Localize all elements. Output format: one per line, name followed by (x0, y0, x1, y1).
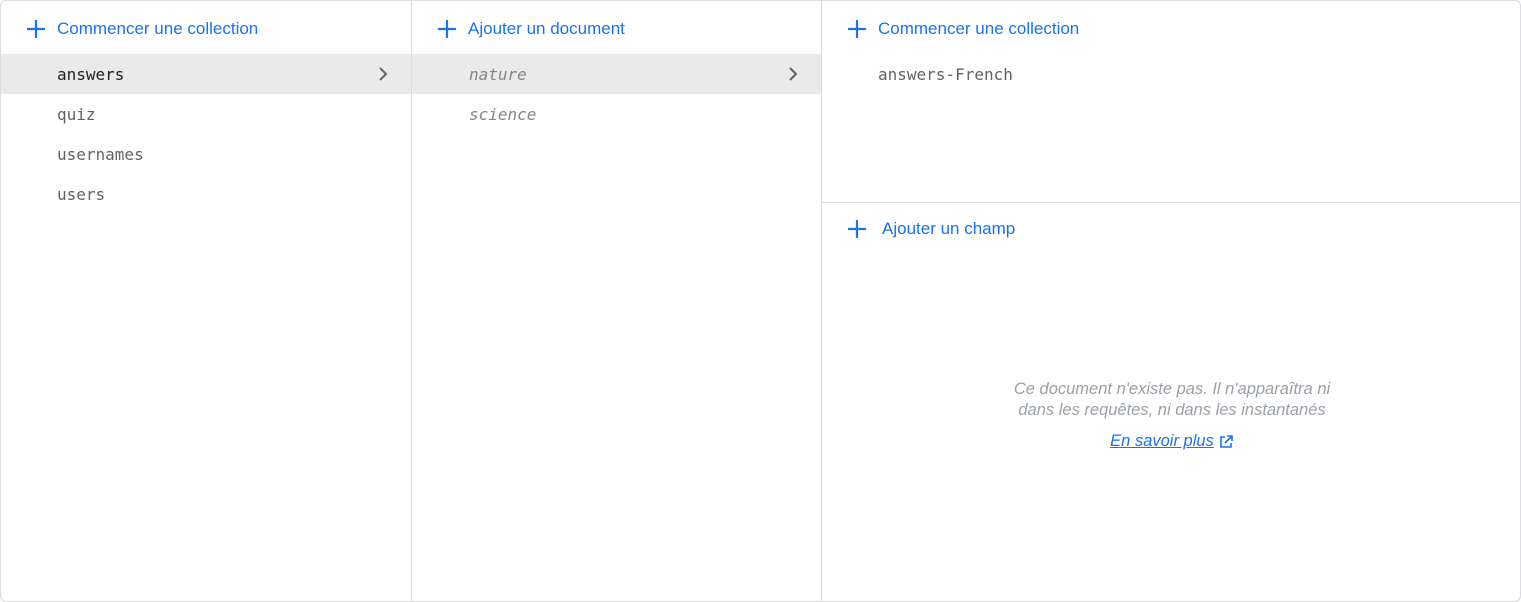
collection-item-label: users (57, 184, 106, 204)
subcollection-item-label: answers-French (878, 64, 1013, 84)
collections-panel: Commencer une collection answers quiz us… (1, 1, 412, 601)
collection-item-quiz[interactable]: quiz (1, 94, 411, 134)
empty-document-message: Ce document n'existe pas. Il n'apparaîtr… (1013, 380, 1331, 419)
subcollections-list: answers-French (822, 54, 1520, 94)
collection-item-label: answers (57, 64, 125, 84)
plus-icon (436, 18, 458, 40)
learn-more-link[interactable]: En savoir plus (1110, 431, 1234, 452)
collection-item-answers[interactable]: answers (1, 54, 411, 94)
add-field-button[interactable]: Ajouter un champ (846, 215, 1015, 243)
collection-item-users[interactable]: users (1, 174, 411, 214)
learn-more-label: En savoir plus (1110, 432, 1214, 450)
documents-panel: Ajouter un document nature science (412, 1, 822, 601)
add-document-button[interactable]: Ajouter un document (436, 15, 625, 43)
plus-icon (846, 18, 868, 40)
document-item-label: science (469, 104, 537, 124)
empty-document-notice: Ce document n'existe pas. Il n'apparaîtr… (1002, 379, 1342, 452)
plus-icon (846, 218, 868, 240)
subcollection-item-answers-french[interactable]: answers-French (822, 54, 1520, 94)
subcollections-section: Commencer une collection answers-French (822, 1, 1520, 203)
fields-section: Ajouter un champ Ce document n'existe pa… (822, 203, 1520, 601)
documents-list: nature science (412, 54, 821, 134)
plus-icon (25, 18, 47, 40)
start-subcollection-label: Commencer une collection (878, 19, 1080, 38)
document-detail-panel: Commencer une collection answers-French … (822, 1, 1520, 601)
document-item-nature[interactable]: nature (412, 54, 821, 94)
collection-item-usernames[interactable]: usernames (1, 134, 411, 174)
start-collection-label: Commencer une collection (57, 19, 259, 38)
collection-item-label: usernames (57, 144, 144, 164)
collections-list: answers quiz usernames users (1, 54, 411, 214)
document-item-science[interactable]: science (412, 94, 821, 134)
collection-item-label: quiz (57, 104, 96, 124)
start-collection-button[interactable]: Commencer une collection (25, 15, 258, 43)
chevron-right-icon (379, 67, 388, 81)
open-in-new-icon (1220, 434, 1233, 448)
firestore-data-viewer: Commencer une collection answers quiz us… (0, 0, 1521, 602)
add-field-label: Ajouter un champ (882, 219, 1016, 238)
chevron-right-icon (789, 67, 798, 81)
start-subcollection-button[interactable]: Commencer une collection (846, 15, 1079, 43)
document-item-label: nature (469, 64, 527, 84)
add-document-label: Ajouter un document (468, 19, 625, 38)
